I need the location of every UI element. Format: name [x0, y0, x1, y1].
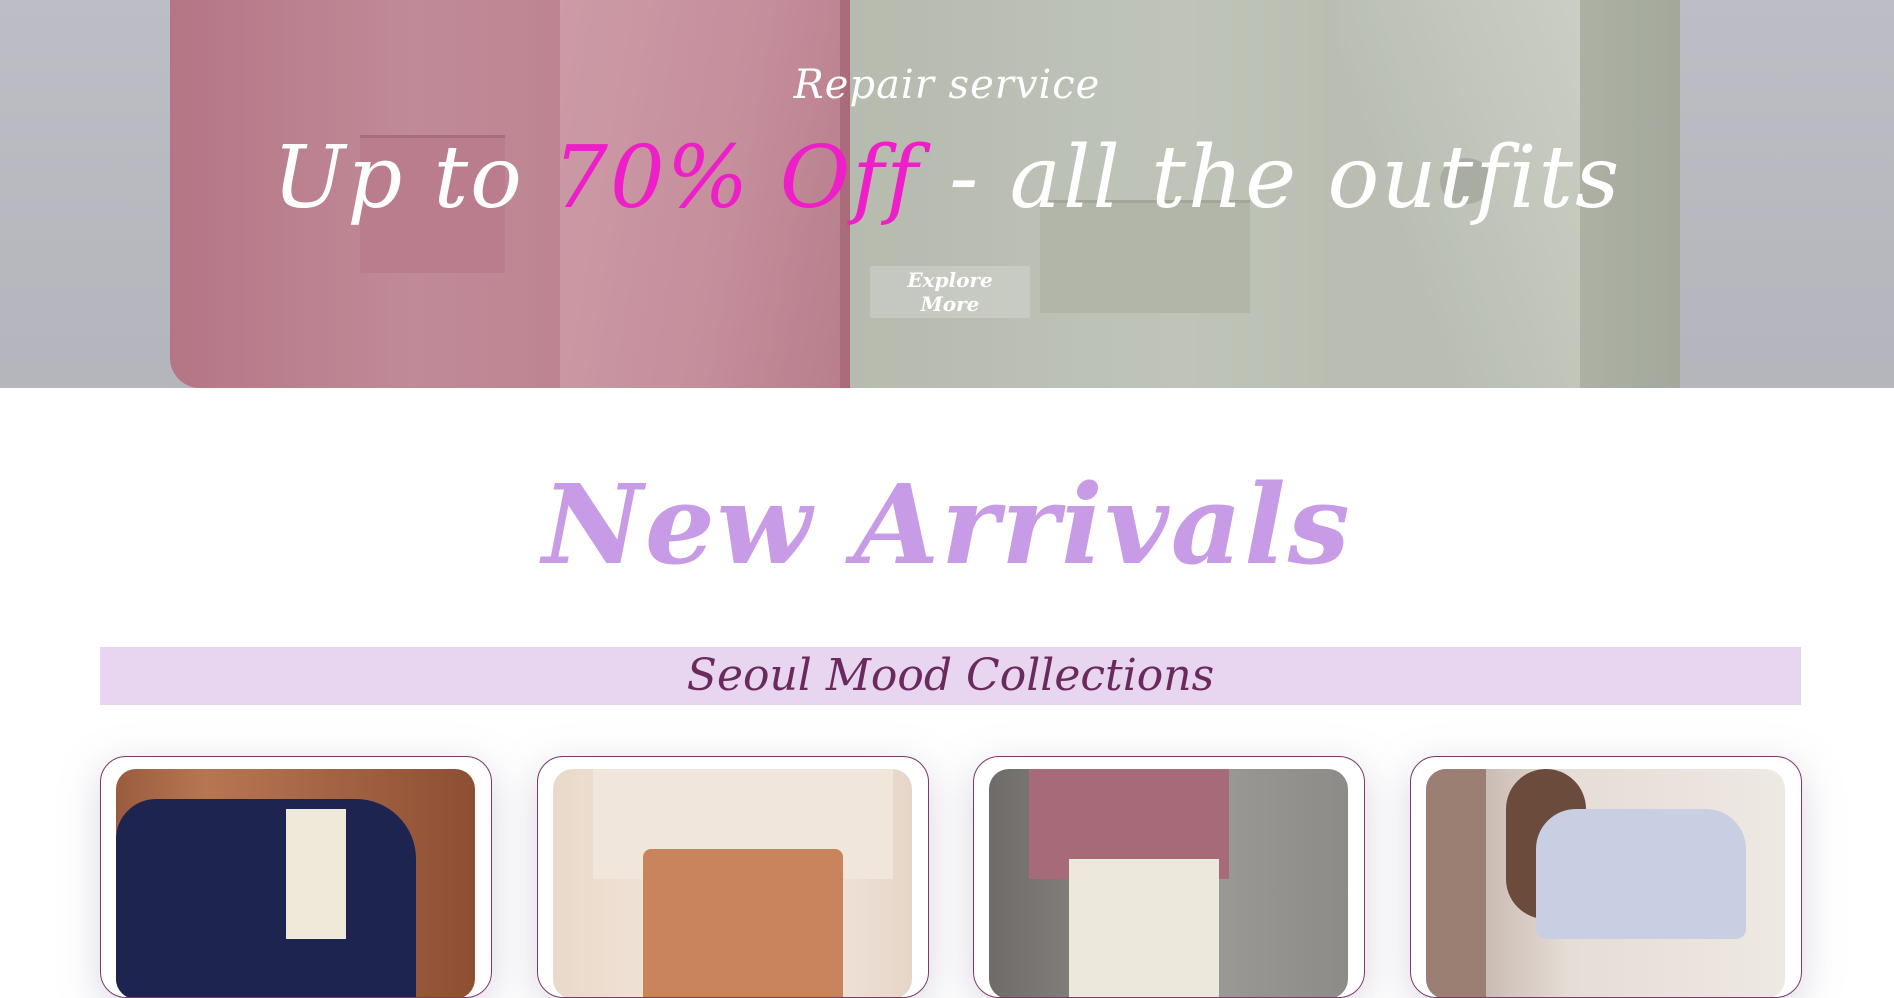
product-image[interactable] — [1426, 769, 1785, 997]
hero-title: Up to 70% Off - all the outfits — [0, 128, 1894, 228]
product-image-garment — [1536, 809, 1746, 939]
new-arrivals-heading: New Arrivals — [542, 460, 1352, 589]
product-image[interactable] — [553, 769, 912, 997]
product-image-garment — [116, 799, 416, 997]
collection-banner: Seoul Mood Collections — [100, 647, 1801, 705]
hero-banner: Repair service Up to 70% Off - all the o… — [0, 0, 1894, 388]
product-image-mirror-frame — [1426, 769, 1486, 997]
hero-title-accent: 70% Off — [553, 128, 920, 228]
hero-title-suffix: - all the outfits — [919, 128, 1622, 228]
product-card[interactable] — [537, 756, 929, 998]
product-image-pants — [1069, 859, 1219, 997]
product-card[interactable] — [1410, 756, 1802, 998]
product-image[interactable] — [989, 769, 1348, 997]
explore-more-button[interactable]: Explore More — [870, 266, 1030, 318]
product-image[interactable] — [116, 769, 475, 997]
hero-subtitle: Repair service — [793, 62, 1101, 108]
hero-title-prefix: Up to — [272, 128, 554, 228]
product-card[interactable] — [100, 756, 492, 998]
product-image-skirt — [643, 849, 843, 997]
product-card[interactable] — [973, 756, 1365, 998]
collection-label: Seoul Mood Collections — [686, 650, 1215, 701]
product-image-inner-top — [286, 809, 346, 939]
